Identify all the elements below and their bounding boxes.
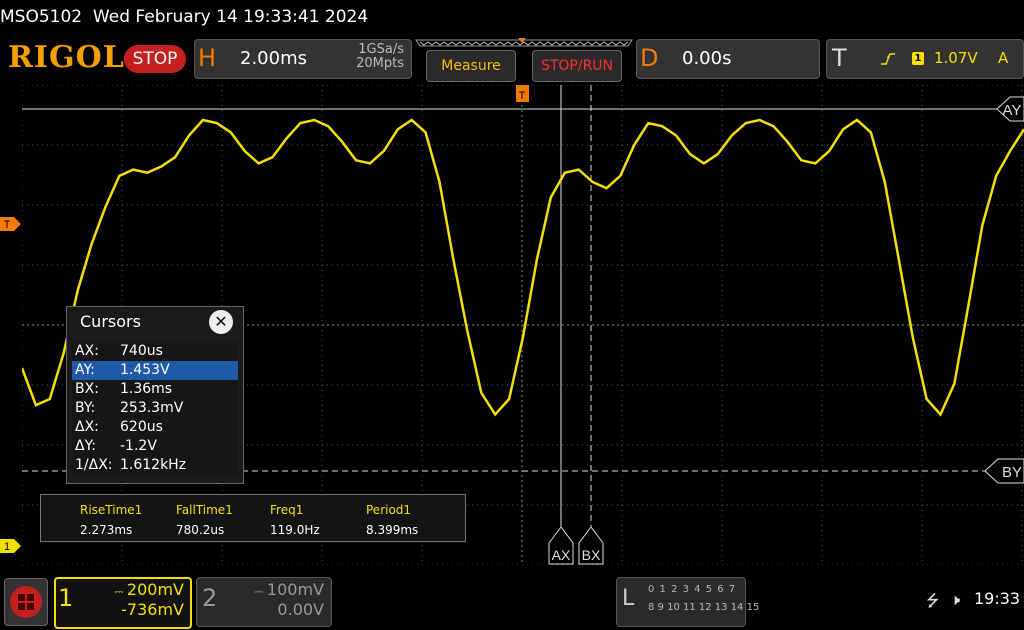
cursor-readout-row[interactable]: AY: 1.453V bbox=[72, 361, 238, 380]
la-channels-row1: 0 1 2 3 4 5 6 7 bbox=[648, 584, 736, 595]
cursor-ax-label: AX bbox=[552, 547, 571, 563]
ch1-ground-marker-label: 1 bbox=[4, 541, 10, 553]
model-name: MSO5102 bbox=[0, 7, 83, 27]
ch1-number: 1 bbox=[58, 584, 74, 612]
trigger-source-badge: 1 bbox=[912, 52, 924, 65]
usb-icon: ⭍ bbox=[926, 591, 940, 610]
cursor-readout-value: 1.612kHz bbox=[120, 457, 187, 473]
channel-menu-button[interactable] bbox=[4, 578, 48, 626]
trigger-mode: A bbox=[998, 49, 1009, 67]
logic-analyzer-label: L bbox=[622, 586, 635, 611]
run-state-badge[interactable]: STOP bbox=[124, 45, 186, 73]
measurement-name[interactable]: Period1 bbox=[366, 503, 411, 517]
rigol-logo: RIGOL bbox=[8, 40, 125, 75]
delay-label: D bbox=[640, 44, 659, 72]
stop-run-button[interactable]: STOP/RUN bbox=[532, 50, 622, 82]
close-icon[interactable]: ✕ bbox=[209, 310, 233, 334]
trigger-position-marker: T bbox=[516, 85, 529, 102]
cursor-by-label: BY bbox=[1002, 464, 1022, 481]
cursor-ay-tag: AY bbox=[996, 96, 1024, 122]
delay-value: 0.00s bbox=[682, 48, 732, 69]
measurement-name[interactable]: FallTime1 bbox=[176, 503, 233, 517]
memory-position-bar bbox=[415, 38, 633, 47]
ch1-scale: ⎓ 200mV bbox=[114, 580, 184, 599]
dc-coupling-icon: ⎓ bbox=[254, 585, 267, 598]
cursor-readout-key: BY: bbox=[75, 400, 96, 416]
cursor-readout-value: -1.2V bbox=[120, 438, 157, 454]
cursor-readout-row[interactable]: AX: 740us bbox=[72, 342, 238, 361]
cursor-readout-key: ΔX: bbox=[75, 419, 99, 435]
sample-rate: 1GSa/s bbox=[358, 42, 404, 57]
cursor-bx-label: BX bbox=[582, 547, 601, 563]
rising-edge-icon bbox=[880, 52, 896, 70]
cursor-readout-value: 620us bbox=[120, 419, 163, 435]
grid-menu-icon bbox=[10, 586, 42, 618]
trigger-level-marker-label: T bbox=[4, 219, 11, 231]
cursor-readout-row[interactable]: BY: 253.3mV bbox=[72, 399, 238, 418]
measurement-name[interactable]: RiseTime1 bbox=[80, 503, 142, 517]
cursor-readout-value: 1.453V bbox=[120, 362, 170, 378]
cursor-bx-tag: BX bbox=[578, 526, 604, 565]
system-clock: 19:33 bbox=[974, 589, 1021, 608]
cursor-by-tag: BY bbox=[984, 458, 1024, 484]
ch2-scale: ⎓ 100mV bbox=[254, 580, 324, 599]
datetime: Wed February 14 19:33:41 2024 bbox=[92, 7, 369, 27]
measurement-value: 119.0Hz bbox=[270, 523, 320, 537]
cursor-readout-list: AX: 740us AY: 1.453V BX: 1.36ms BY: 253.3mV ΔX: 6… bbox=[72, 342, 238, 475]
trigger-box[interactable] bbox=[826, 39, 1024, 79]
status-line: MSO5102 Wed February 14 19:33:41 2024 bbox=[0, 0, 1024, 34]
measurement-value: 8.399ms bbox=[366, 523, 419, 537]
cursors-panel-title: Cursors bbox=[80, 312, 141, 331]
cursor-readout-key: ΔY: bbox=[75, 438, 96, 454]
measurement-value: 780.2us bbox=[176, 523, 225, 537]
measurement-name[interactable]: Freq1 bbox=[270, 503, 303, 517]
trigger-label: T bbox=[832, 44, 847, 72]
cursor-ay-label: AY bbox=[1003, 102, 1022, 119]
dc-coupling-icon: ⎓ bbox=[114, 585, 127, 598]
cursor-readout-value: 1.36ms bbox=[120, 381, 173, 397]
timebase-value: 2.00ms bbox=[240, 48, 307, 69]
ch1-offset: -736mV bbox=[121, 600, 184, 619]
horizontal-label: H bbox=[198, 44, 217, 72]
ch1-ground-marker[interactable]: 1 bbox=[0, 536, 22, 556]
memory-depth: 20Mpts bbox=[356, 56, 404, 71]
la-channels-row2: 8 9 10 11 12 13 14 15 bbox=[648, 602, 760, 613]
trigger-position-label: T bbox=[519, 90, 526, 102]
cursor-ax-tag: AX bbox=[548, 526, 574, 565]
measurement-value: 2.273ms bbox=[80, 523, 133, 537]
trigger-level: 1.07V bbox=[934, 49, 978, 67]
trigger-level-marker[interactable]: T bbox=[0, 214, 22, 234]
speaker-muted-icon[interactable]: 🕨 bbox=[950, 590, 960, 610]
ch2-number: 2 bbox=[202, 584, 218, 612]
ch2-offset: 0.00V bbox=[277, 600, 324, 619]
cursor-readout-key: AY: bbox=[75, 362, 95, 378]
cursor-readout-key: 1/ΔX: bbox=[75, 457, 113, 473]
cursor-readout-key: AX: bbox=[75, 343, 99, 359]
cursor-readout-value: 253.3mV bbox=[120, 400, 184, 416]
cursor-readout-row[interactable]: ΔX: 620us bbox=[72, 418, 238, 437]
cursor-readout-row[interactable]: 1/ΔX: 1.612kHz bbox=[72, 456, 238, 475]
measure-button[interactable]: Measure bbox=[426, 50, 516, 82]
cursor-readout-row[interactable]: ΔY: -1.2V bbox=[72, 437, 238, 456]
cursor-readout-key: BX: bbox=[75, 381, 99, 397]
cursor-readout-row[interactable]: BX: 1.36ms bbox=[72, 380, 238, 399]
cursor-readout-value: 740us bbox=[120, 343, 163, 359]
